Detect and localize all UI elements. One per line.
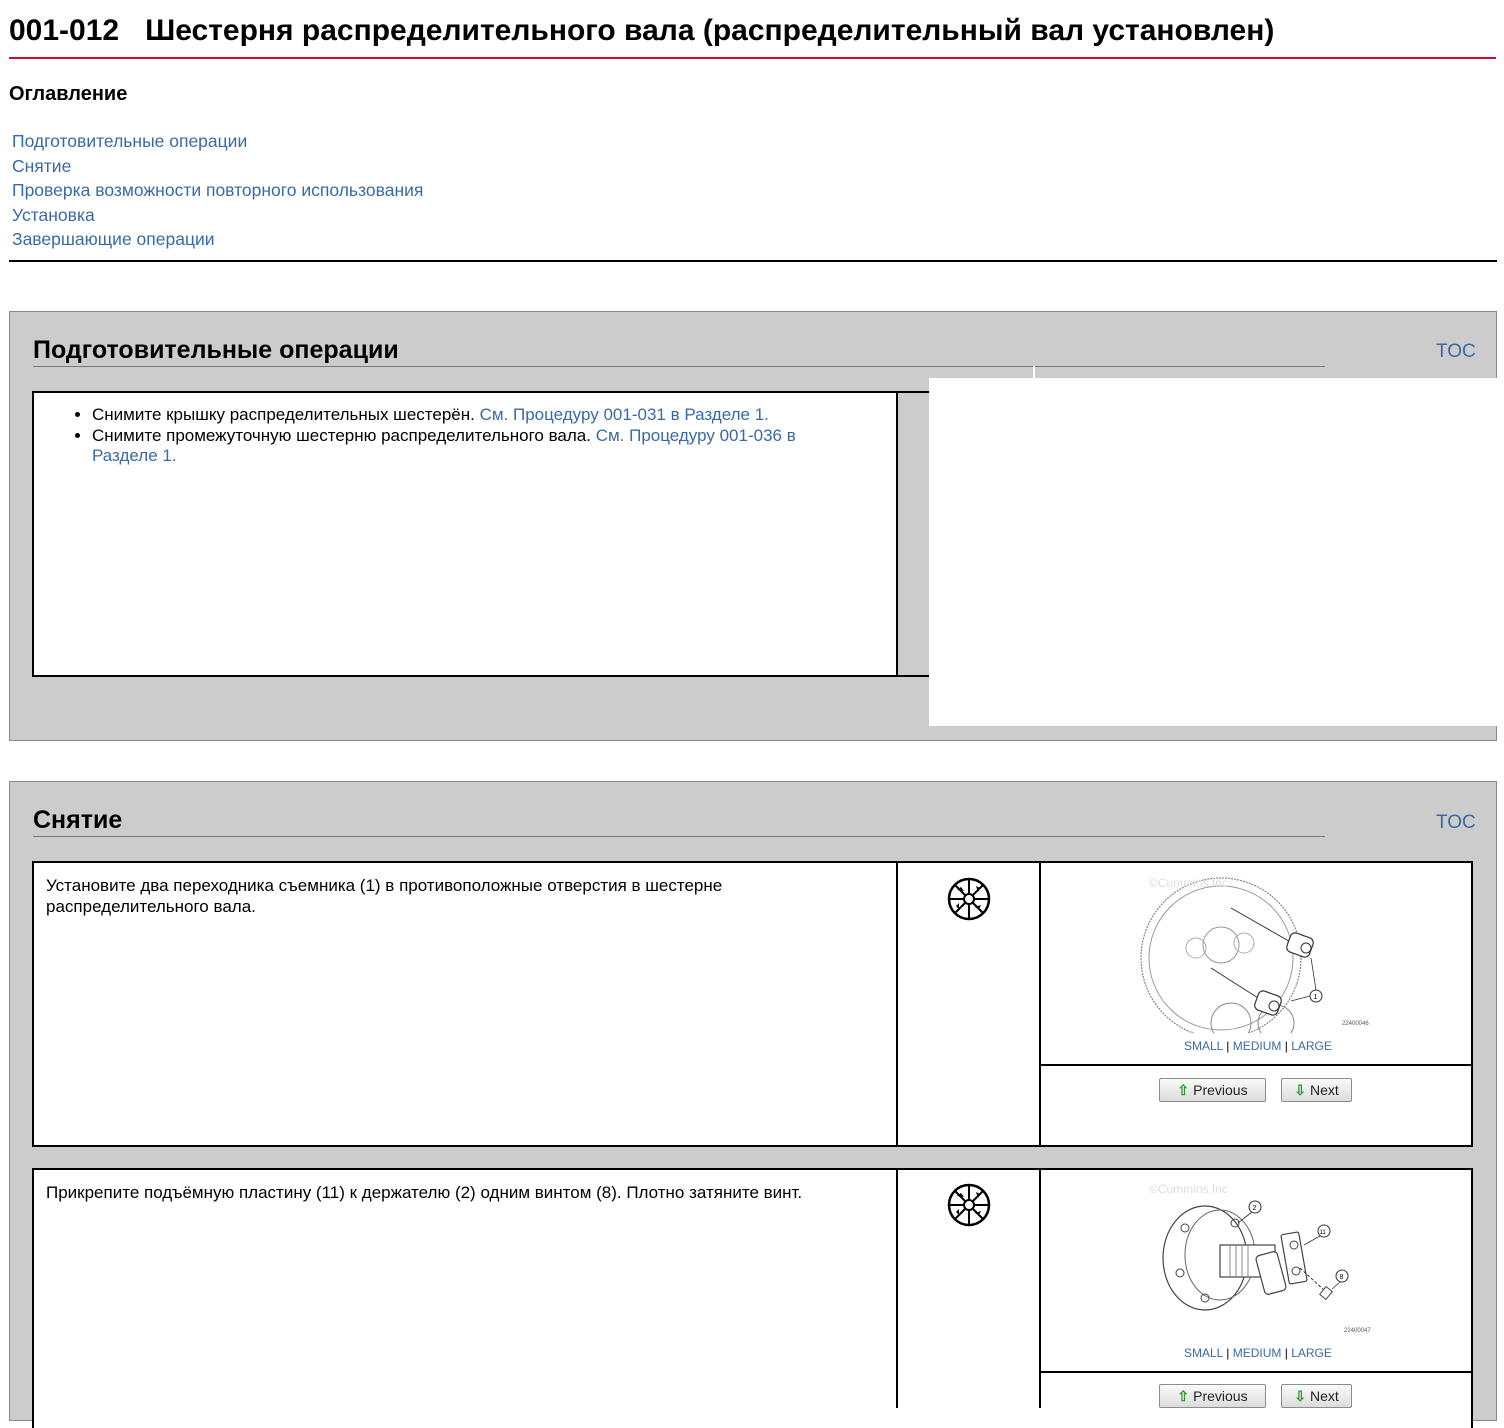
- image-size-links: SMALL | MEDIUM | LARGE: [1184, 1039, 1332, 1053]
- svg-text:8: 8: [1340, 1274, 1344, 1281]
- list-item: Снимите крышку распределительных шестерё…: [92, 405, 862, 426]
- procedure-link[interactable]: См. Процедуру 001-031 в Разделе 1.: [480, 405, 769, 424]
- next-button[interactable]: ⇩ Next: [1281, 1384, 1352, 1408]
- procedure-code: 001-012: [9, 14, 120, 47]
- lifting-plate-illustration[interactable]: 2 11 8: [1150, 1183, 1380, 1341]
- gear-puller-illustration[interactable]: 1: [1136, 873, 1376, 1044]
- toc-list: Подготовительные операции Снятие Проверк…: [12, 129, 423, 252]
- list-item: Снимите промежуточную шестерню распредел…: [92, 426, 862, 467]
- green-up-arrow-icon: ⇧: [1177, 1081, 1190, 1098]
- size-small-link[interactable]: SMALL: [1184, 1039, 1223, 1053]
- next-button[interactable]: ⇩ Next: [1281, 1078, 1352, 1102]
- copyright-watermark: ©Cummins Inc: [1149, 1182, 1228, 1196]
- svg-text:11: 11: [1320, 1230, 1327, 1236]
- image-size-links: SMALL | MEDIUM | LARGE: [1184, 1346, 1332, 1360]
- step-instruction: Установите два переходника съемника (1) …: [46, 876, 723, 916]
- green-up-arrow-icon: ⇧: [1177, 1387, 1190, 1404]
- preparation-text-cell: Снимите крышку распределительных шестерё…: [32, 391, 898, 677]
- cell-divider: [1039, 1064, 1473, 1066]
- table-border: [896, 675, 930, 677]
- procedure-title: Шестерня распределительного вала (распре…: [145, 14, 1275, 47]
- toc-link-inspection[interactable]: Проверка возможности повторного использо…: [12, 178, 423, 203]
- page-title: 001-012 Шестерня распределительного вала …: [9, 14, 1274, 48]
- toc-link-removal[interactable]: Снятие: [12, 154, 423, 179]
- title-underline: [9, 57, 1496, 59]
- tool-wheel-icon: [946, 1182, 992, 1228]
- step-instruction: Прикрепите подъёмную пластину (11) к дер…: [46, 1183, 803, 1202]
- svg-text:1: 1: [1314, 994, 1318, 1001]
- preparation-list: Снимите крышку распределительных шестерё…: [34, 405, 862, 467]
- toc-link-preparation[interactable]: Подготовительные операции: [12, 129, 423, 154]
- copyright-watermark: ©Cummins Inc: [1149, 876, 1228, 890]
- section-title-preparation: Подготовительные операции: [33, 336, 399, 364]
- size-medium-link[interactable]: MEDIUM: [1233, 1039, 1282, 1053]
- green-down-arrow-icon: ⇩: [1294, 1081, 1306, 1098]
- cell-divider: [1039, 1371, 1473, 1373]
- image-number: 22400046: [1342, 1021, 1369, 1027]
- cell-divider: [896, 1168, 898, 1408]
- toc-back-link[interactable]: TOC: [1436, 812, 1476, 834]
- toc-back-link[interactable]: TOC: [1436, 341, 1476, 363]
- toc-divider: [9, 260, 1497, 262]
- section-title-rule: [33, 366, 1325, 367]
- image-number: 22400047: [1344, 1328, 1371, 1334]
- size-medium-link[interactable]: MEDIUM: [1233, 1346, 1282, 1360]
- rule-gap: [1033, 366, 1035, 378]
- size-large-link[interactable]: LARGE: [1291, 1039, 1332, 1053]
- toc-heading: Оглавление: [9, 83, 128, 105]
- svg-text:2: 2: [1253, 1205, 1257, 1212]
- section-title-removal: Снятие: [33, 806, 123, 834]
- green-down-arrow-icon: ⇩: [1294, 1387, 1306, 1404]
- cell-divider: [1039, 861, 1041, 1147]
- previous-button[interactable]: ⇧ Previous: [1159, 1078, 1266, 1102]
- size-small-link[interactable]: SMALL: [1184, 1346, 1223, 1360]
- size-large-link[interactable]: LARGE: [1291, 1346, 1332, 1360]
- toc-link-installation[interactable]: Установка: [12, 203, 423, 228]
- section-title-rule: [33, 836, 1325, 837]
- blank-area: [929, 378, 1497, 726]
- tool-wheel-icon: [946, 876, 992, 922]
- toc-link-finishing[interactable]: Завершающие операции: [12, 227, 423, 252]
- cell-divider: [896, 861, 898, 1147]
- table-border: [896, 391, 930, 393]
- previous-button[interactable]: ⇧ Previous: [1159, 1384, 1266, 1408]
